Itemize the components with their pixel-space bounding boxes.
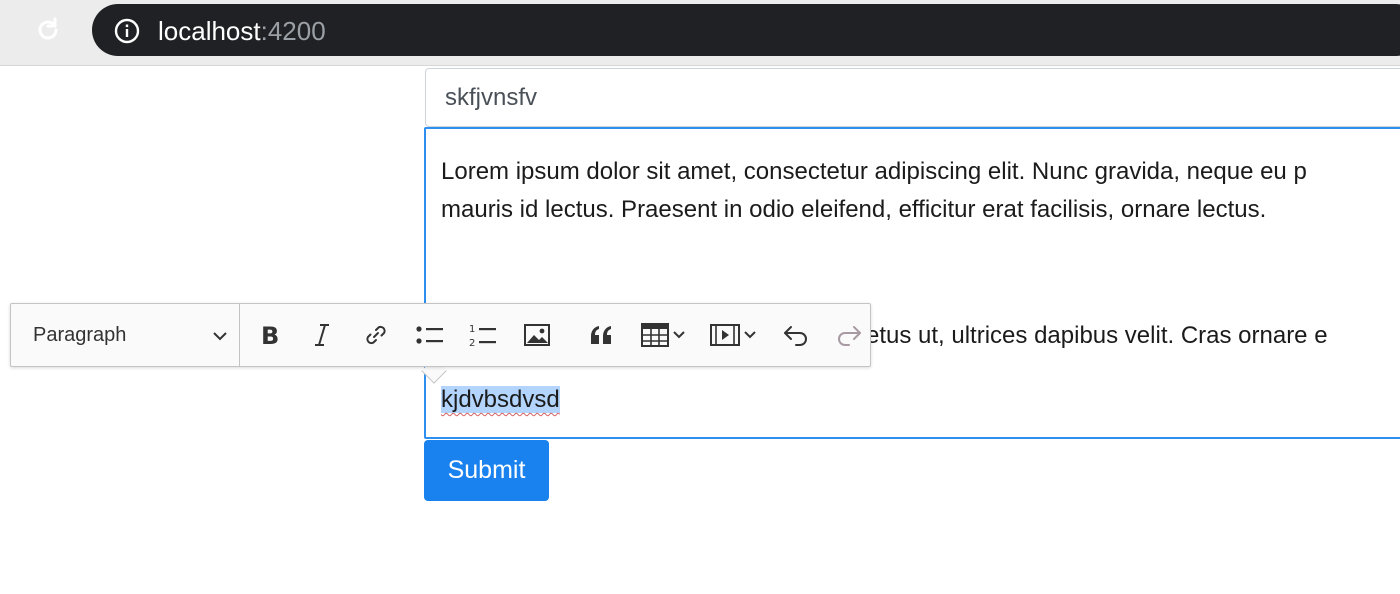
italic-icon: [312, 322, 332, 348]
heading-dropdown[interactable]: Paragraph: [13, 306, 239, 364]
link-button[interactable]: [358, 312, 394, 358]
info-icon[interactable]: [114, 18, 140, 44]
heading-dropdown-label: Paragraph: [33, 323, 127, 346]
svg-text:1: 1: [469, 324, 475, 335]
bulleted-list-button[interactable]: [412, 312, 448, 358]
address-bar[interactable]: localhost:4200: [92, 4, 1400, 56]
url-host: localhost: [158, 16, 261, 46]
url-text: localhost:4200: [158, 16, 326, 46]
table-icon: [640, 322, 690, 348]
bulleted-list-icon: [415, 323, 445, 347]
media-embed-button[interactable]: [708, 312, 762, 358]
numbered-list-icon: 1 2: [468, 322, 498, 348]
title-input[interactable]: [425, 68, 1400, 127]
submit-button[interactable]: Submit: [424, 440, 549, 501]
editor-balloon-toolbar: Paragraph B 1 2: [10, 303, 871, 367]
chevron-down-icon: [213, 328, 227, 346]
link-icon: [363, 322, 389, 348]
insert-table-button[interactable]: [638, 312, 692, 358]
numbered-list-button[interactable]: 1 2: [465, 312, 501, 358]
editor-paragraph-2: metus ut, ultrices dapibus velit. Cras o…: [846, 322, 1328, 349]
media-icon: [709, 322, 761, 348]
rich-text-editor[interactable]: Lorem ipsum dolor sit amet, consectetur …: [424, 127, 1400, 439]
reload-icon[interactable]: [30, 12, 66, 48]
undo-icon: [782, 324, 810, 346]
toolbar-separator: [239, 304, 240, 366]
browser-toolbar: localhost:4200: [0, 0, 1400, 66]
redo-button[interactable]: [831, 312, 867, 358]
bold-button[interactable]: B: [253, 312, 289, 358]
editor-paragraph-3: kjdvbsdvsd: [441, 381, 560, 419]
bold-icon: B: [259, 322, 283, 348]
svg-text:2: 2: [469, 338, 475, 348]
svg-text:B: B: [261, 322, 279, 348]
quote-icon: [589, 324, 615, 346]
undo-button[interactable]: [778, 312, 814, 358]
editor-paragraph-1-line-1: Lorem ipsum dolor sit amet, consectetur …: [441, 158, 1307, 185]
italic-button[interactable]: [304, 312, 340, 358]
block-quote-button[interactable]: [584, 312, 620, 358]
insert-image-button[interactable]: [519, 312, 555, 358]
image-icon: [523, 323, 551, 347]
editor-paragraph-1-line-2: mauris id lectus. Praesent in odio eleif…: [441, 196, 1267, 223]
redo-icon: [835, 324, 863, 346]
url-port: :4200: [260, 16, 326, 46]
selected-text: kjdvbsdvsd: [441, 386, 560, 413]
